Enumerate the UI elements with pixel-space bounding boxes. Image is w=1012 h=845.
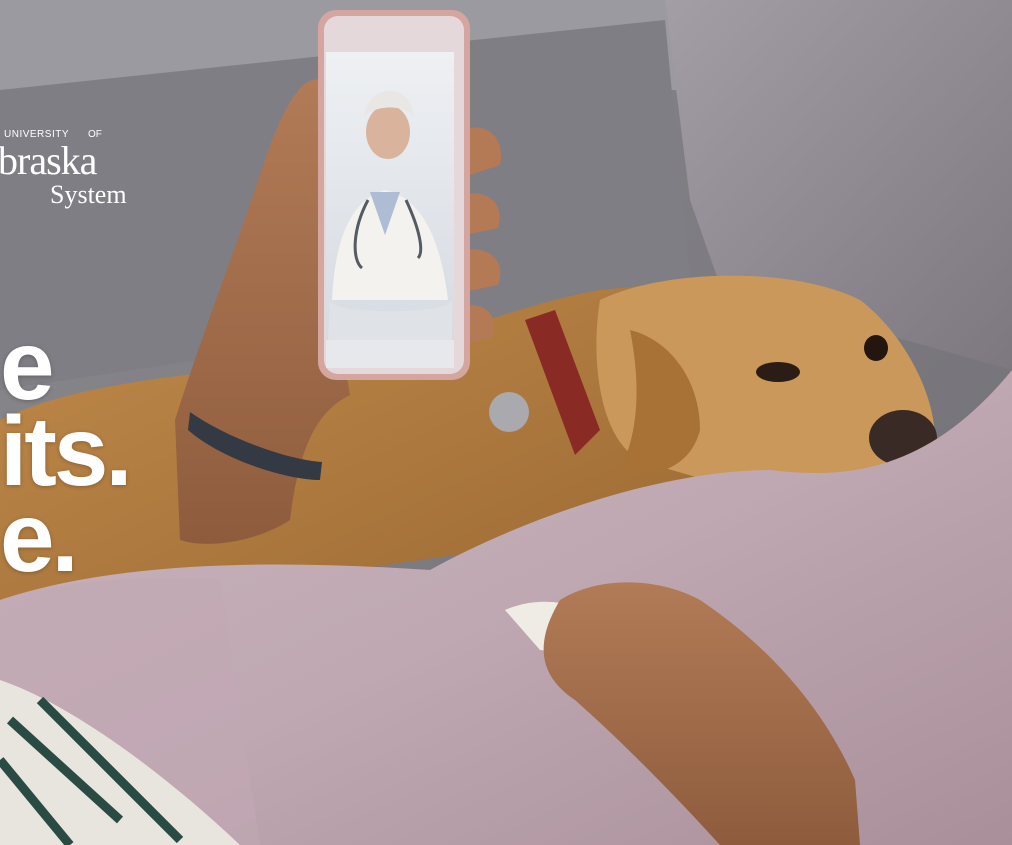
headline: e its. e. — [0, 316, 133, 592]
background-photo — [0, 0, 1012, 845]
headline-line-3: e. — [0, 482, 79, 592]
logo-main-text: braska — [0, 138, 97, 183]
logo-system-text: System — [50, 180, 127, 209]
